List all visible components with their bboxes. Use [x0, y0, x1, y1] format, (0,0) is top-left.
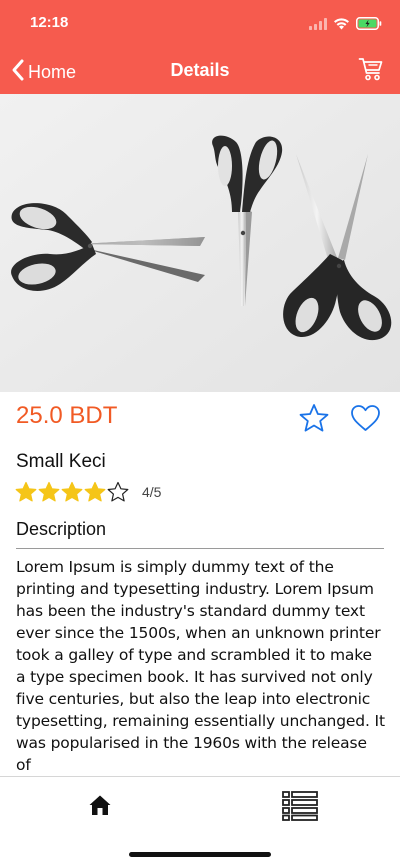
home-indicator — [129, 852, 271, 857]
signal-icon — [309, 15, 327, 34]
favorite-button[interactable] — [350, 404, 381, 436]
battery-icon — [356, 15, 382, 34]
home-icon — [88, 795, 112, 821]
heart-outline-icon — [350, 405, 381, 436]
divider — [16, 548, 384, 549]
rating-text: 4/5 — [142, 483, 162, 500]
cart-button[interactable] — [358, 56, 384, 86]
description-body: Lorem Ipsum is simply dummy text of the … — [16, 556, 386, 774]
rate-button[interactable] — [298, 403, 330, 437]
rating-stars — [15, 481, 129, 502]
star-filled-icon — [15, 481, 37, 502]
page-title: Details — [170, 60, 230, 80]
product-rating: 4/5 — [15, 481, 161, 502]
status-icons — [309, 14, 382, 34]
star-filled-icon — [61, 481, 83, 502]
description-text: Lorem Ipsum is simply dummy text of the … — [16, 558, 385, 774]
product-name: Small Keci — [16, 451, 106, 472]
tab-list[interactable] — [282, 791, 318, 825]
product-image — [0, 94, 400, 392]
wifi-icon — [333, 15, 350, 34]
list-icon — [282, 791, 318, 825]
product-price: 25.0 BDT — [16, 402, 118, 429]
tab-home[interactable] — [88, 793, 112, 821]
header: 12:18 Home Details — [0, 0, 400, 94]
star-empty-icon — [107, 481, 129, 502]
star-filled-icon — [38, 481, 60, 502]
description-heading: Description — [16, 519, 107, 539]
star-outline-icon — [298, 404, 330, 437]
product-details-screen: 12:18 Home Details 25.0 BDT Small Keci 4… — [0, 0, 400, 866]
status-time: 12:18 — [30, 14, 69, 31]
star-filled-icon — [84, 481, 106, 502]
cart-icon — [358, 58, 384, 86]
